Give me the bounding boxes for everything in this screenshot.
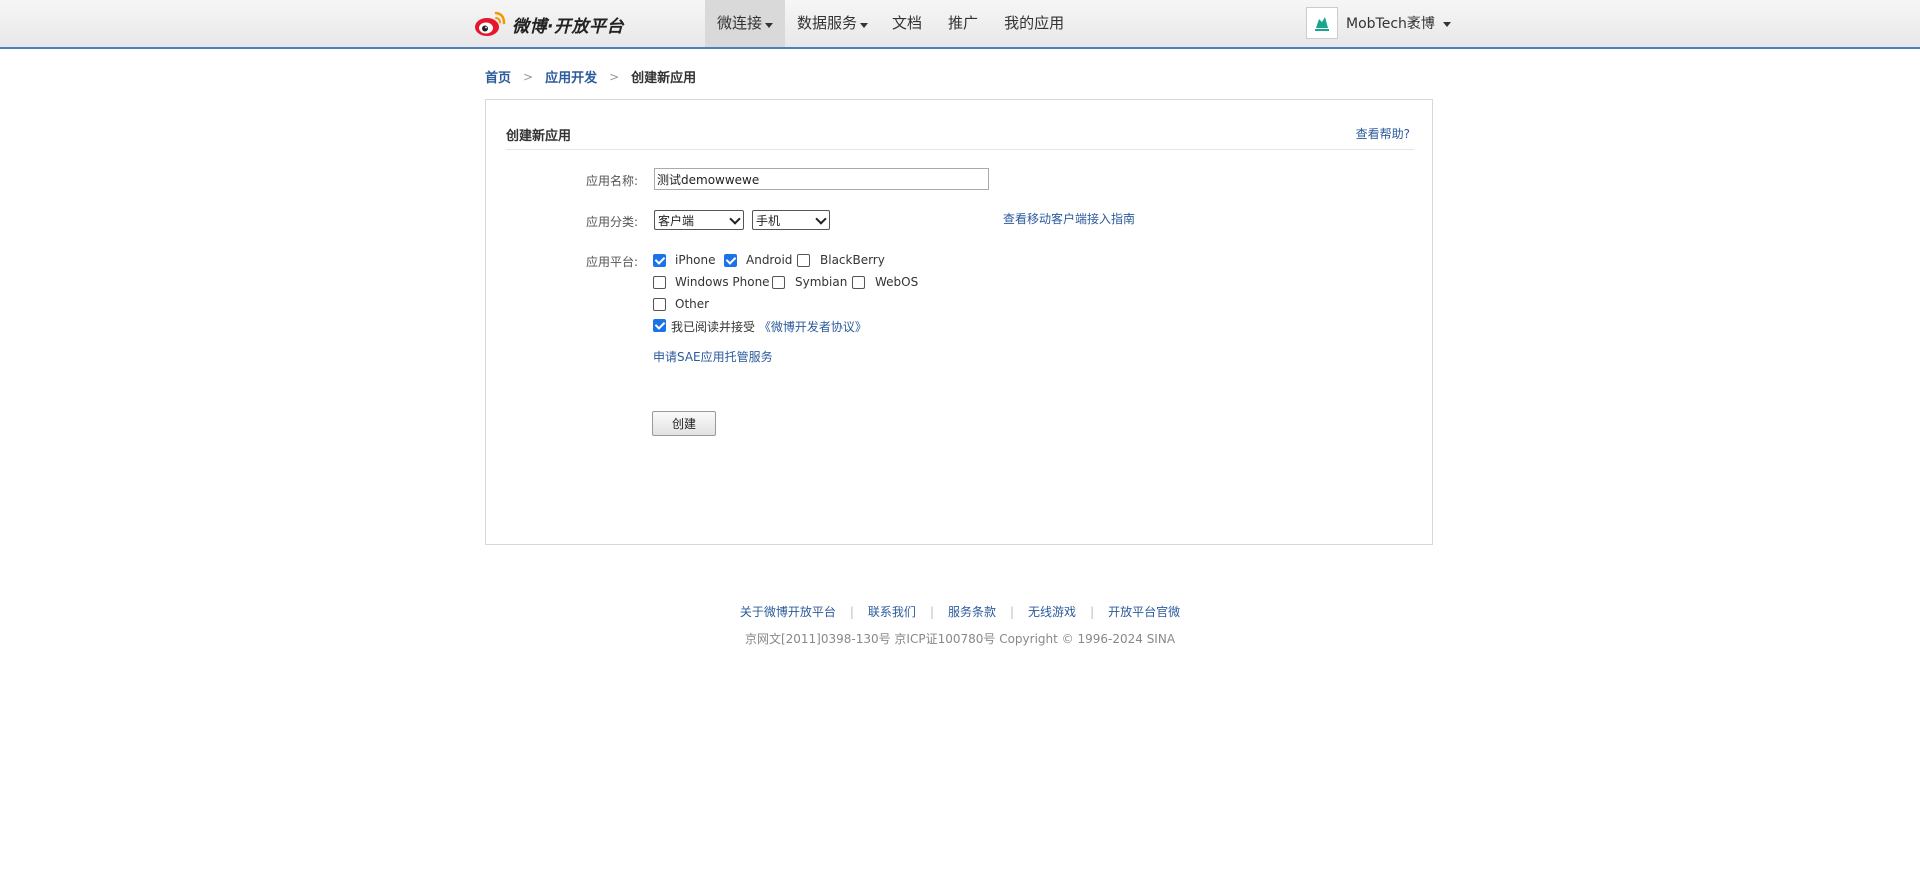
caret-down-icon — [1442, 22, 1451, 27]
create-app-panel: 创建新应用 查看帮助? 应用名称: 应用分类: 客户端 手机 查看移动客户端接入… — [485, 99, 1433, 545]
platform-android-checkbox[interactable] — [724, 254, 737, 267]
chevron-down-icon — [729, 213, 741, 225]
platform-webos-label: WebOS — [875, 275, 919, 289]
subcategory-select[interactable]: 手机 — [752, 210, 830, 230]
nav-item-promotion[interactable]: 推广 — [934, 0, 992, 47]
agree-terms-checkbox[interactable] — [653, 319, 666, 332]
copyright: 京网文[2011]0398-130号 京ICP证100780号 Copyrigh… — [744, 632, 1176, 646]
platform-windows-phone-label: Windows Phone — [675, 275, 770, 289]
footer-link-official-weibo[interactable]: 开放平台官微 — [1108, 605, 1180, 619]
category-select[interactable]: 客户端 — [654, 210, 744, 230]
mobile-client-guide-link[interactable]: 查看移动客户端接入指南 — [1003, 210, 1135, 227]
nav-item-my-apps[interactable]: 我的应用 — [992, 0, 1076, 47]
platform-windows-phone-checkbox[interactable] — [653, 276, 666, 289]
user-avatar-icon — [1312, 13, 1332, 33]
footer-separator: | — [929, 605, 934, 619]
nav-item-docs[interactable]: 文档 — [880, 0, 934, 47]
avatar — [1306, 7, 1338, 39]
platform-blackberry-label: BlackBerry — [820, 253, 885, 267]
developer-agreement-link[interactable]: 《微博开发者协议》 — [759, 320, 867, 334]
breadcrumb-current: 创建新应用 — [631, 71, 697, 86]
logo-text: 微博·开放平台 — [512, 16, 624, 37]
chevron-right-icon: > — [523, 69, 534, 84]
weibo-open-platform-logo[interactable]: 微博·开放平台 — [474, 9, 624, 39]
app-platform-label: 应用平台: — [585, 255, 638, 269]
footer-separator: | — [1010, 605, 1015, 619]
caret-down-icon — [765, 22, 774, 28]
create-button[interactable]: 创建 — [652, 411, 716, 436]
help-link[interactable]: 查看帮助? — [1356, 125, 1410, 142]
user-name: MobTech袤博 — [1346, 16, 1435, 32]
platform-other-checkbox[interactable] — [653, 298, 666, 311]
footer-link-about[interactable]: 关于微博开放平台 — [740, 605, 836, 619]
app-category-label: 应用分类: — [585, 215, 638, 229]
platform-blackberry-checkbox[interactable] — [797, 254, 810, 267]
chevron-right-icon: > — [609, 69, 620, 84]
chevron-down-icon — [815, 213, 827, 225]
platform-webos-checkbox[interactable] — [852, 276, 865, 289]
nav-item-weilianjie[interactable]: 微连接 — [705, 0, 786, 47]
footer-link-terms[interactable]: 服务条款 — [948, 605, 996, 619]
footer-separator: | — [1090, 605, 1095, 619]
agree-terms-text: 我已阅读并接受 《微博开发者协议》 — [671, 320, 867, 334]
footer-link-games[interactable]: 无线游戏 — [1028, 605, 1076, 619]
breadcrumb: 首页 > 应用开发 > 创建新应用 — [485, 67, 697, 87]
app-name-input[interactable] — [654, 168, 989, 190]
breadcrumb-home[interactable]: 首页 — [485, 67, 511, 86]
footer-link-contact[interactable]: 联系我们 — [868, 605, 916, 619]
page-title: 创建新应用 — [506, 129, 572, 144]
footer-separator: | — [849, 605, 854, 619]
nav-item-data-services[interactable]: 数据服务 — [785, 0, 880, 47]
platform-symbian-checkbox[interactable] — [772, 276, 785, 289]
platform-symbian-label: Symbian — [795, 275, 848, 289]
user-menu[interactable]: MobTech袤博 — [1306, 7, 1451, 39]
caret-down-icon — [860, 22, 869, 28]
platform-android-label: Android — [746, 253, 793, 267]
footer-links: 关于微博开放平台 | 联系我们 | 服务条款 | 无线游戏 | 开放平台官微 — [0, 603, 1920, 620]
app-name-label: 应用名称: — [585, 174, 638, 188]
weibo-eye-icon — [475, 11, 506, 36]
breadcrumb-app-dev[interactable]: 应用开发 — [545, 67, 597, 86]
platform-iphone-label: iPhone — [675, 253, 716, 267]
top-navbar: 微博·开放平台 微连接 数据服务 文档 推广 我的应用 MobTech袤博 — [0, 0, 1920, 49]
sae-hosting-link[interactable]: 申请SAE应用托管服务 — [653, 348, 773, 365]
main-nav: 微连接 数据服务 文档 推广 我的应用 — [705, 0, 1076, 47]
panel-header: 创建新应用 查看帮助? — [506, 125, 1414, 150]
platform-other-label: Other — [675, 297, 710, 311]
platform-iphone-checkbox[interactable] — [653, 254, 666, 267]
